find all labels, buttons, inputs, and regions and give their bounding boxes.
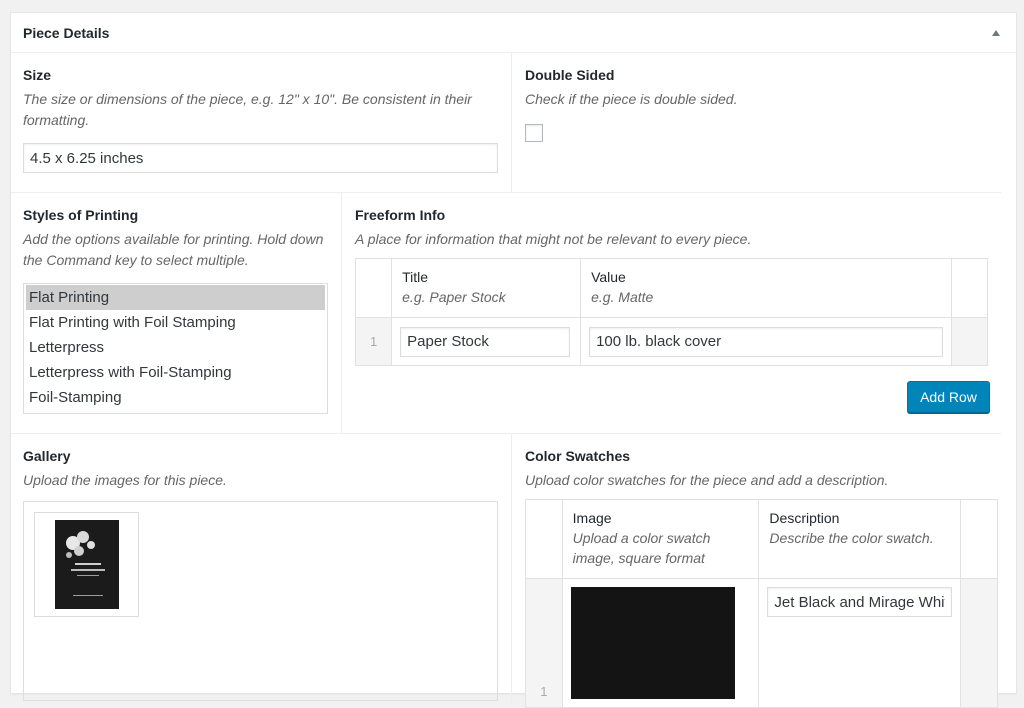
gallery-thumbnail[interactable]	[34, 512, 139, 617]
swatches-label: Color Swatches	[525, 448, 631, 464]
divider	[341, 193, 342, 433]
image-column-label: Image	[572, 510, 612, 526]
divider	[511, 434, 512, 704]
styles-label: Styles of Printing	[23, 207, 139, 223]
title-column-label: Title	[402, 269, 429, 285]
row-remove-handle[interactable]	[951, 317, 988, 366]
styles-multiselect[interactable]: Flat Printing Flat Printing with Foil St…	[23, 283, 328, 414]
description-column-label: Description	[769, 510, 840, 526]
size-description: The size or dimensions of the piece, e.g…	[23, 91, 472, 128]
styles-option[interactable]: Foil-Stamping	[26, 385, 325, 410]
remove-header	[960, 499, 998, 579]
row-value-input[interactable]	[589, 326, 944, 357]
gallery-description: Upload the images for this piece.	[23, 472, 227, 488]
gallery-image	[55, 520, 119, 609]
description-column-hint: Describe the color swatch.	[769, 530, 934, 546]
title-column-header: Title e.g. Paper Stock	[391, 258, 582, 318]
double-sided-field: Double Sided Check if the piece is doubl…	[513, 53, 1003, 193]
title-column-hint: e.g. Paper Stock	[402, 289, 506, 305]
order-header	[525, 499, 563, 579]
gallery-field: Gallery Upload the images for this piece…	[11, 434, 511, 704]
image-column-hint: Upload a color swatch image, square form…	[572, 530, 711, 566]
swatches-field: Color Swatches Upload color swatches for…	[513, 434, 1003, 708]
title-cell	[391, 317, 582, 366]
table-row: 1	[525, 578, 998, 708]
freeform-repeater-table: Title e.g. Paper Stock Value e.g. Matte …	[354, 258, 988, 366]
collapse-arrow-icon[interactable]	[992, 29, 1000, 36]
freeform-field: Freeform Info A place for information th…	[343, 193, 1003, 433]
value-column-hint: e.g. Matte	[591, 289, 654, 305]
freeform-description: A place for information that might not b…	[355, 231, 752, 247]
freeform-label: Freeform Info	[355, 207, 446, 223]
metabox-title: Piece Details	[23, 24, 110, 41]
image-column-header: Image Upload a color swatch image, squar…	[561, 499, 760, 579]
metabox-header[interactable]: Piece Details	[11, 13, 1016, 53]
value-column-header: Value e.g. Matte	[580, 258, 953, 318]
row-remove-handle[interactable]	[960, 578, 998, 708]
styles-option[interactable]: Letterpress	[26, 335, 325, 360]
description-column-header: Description Describe the color swatch.	[758, 499, 962, 579]
styles-description: Add the options available for printing. …	[23, 231, 324, 268]
double-sided-description: Check if the piece is double sided.	[525, 91, 738, 107]
image-cell	[561, 578, 760, 708]
row-order[interactable]: 1	[354, 317, 393, 366]
size-field: Size The size or dimensions of the piece…	[11, 53, 511, 193]
divider	[511, 53, 512, 193]
remove-header	[951, 258, 988, 318]
swatches-repeater-table: Image Upload a color swatch image, squar…	[525, 499, 998, 708]
styles-option[interactable]: Flat Printing	[26, 285, 325, 310]
swatches-description: Upload color swatches for the piece and …	[525, 472, 889, 488]
size-input[interactable]	[23, 143, 498, 173]
styles-option[interactable]: Flat Printing with Foil Stamping	[26, 310, 325, 335]
add-row-button[interactable]: Add Row	[907, 381, 990, 413]
table-row: 1	[354, 317, 988, 366]
gallery-label: Gallery	[23, 448, 71, 464]
styles-field: Styles of Printing Add the options avail…	[11, 193, 341, 433]
order-header	[354, 258, 393, 318]
size-label: Size	[23, 67, 52, 83]
gallery-dropzone[interactable]	[23, 501, 498, 701]
value-cell	[580, 317, 953, 366]
value-column-label: Value	[591, 269, 626, 285]
description-cell	[758, 578, 962, 708]
swatch-image[interactable]	[570, 587, 735, 699]
double-sided-checkbox[interactable]	[525, 124, 543, 142]
row-order[interactable]: 1	[525, 578, 563, 708]
swatch-description-input[interactable]	[767, 587, 953, 617]
double-sided-label: Double Sided	[525, 67, 615, 83]
styles-option[interactable]: Letterpress with Foil-Stamping	[26, 360, 325, 385]
row-title-input[interactable]	[400, 326, 571, 357]
piece-details-metabox: Piece Details Size The size or dimension…	[10, 12, 1017, 708]
